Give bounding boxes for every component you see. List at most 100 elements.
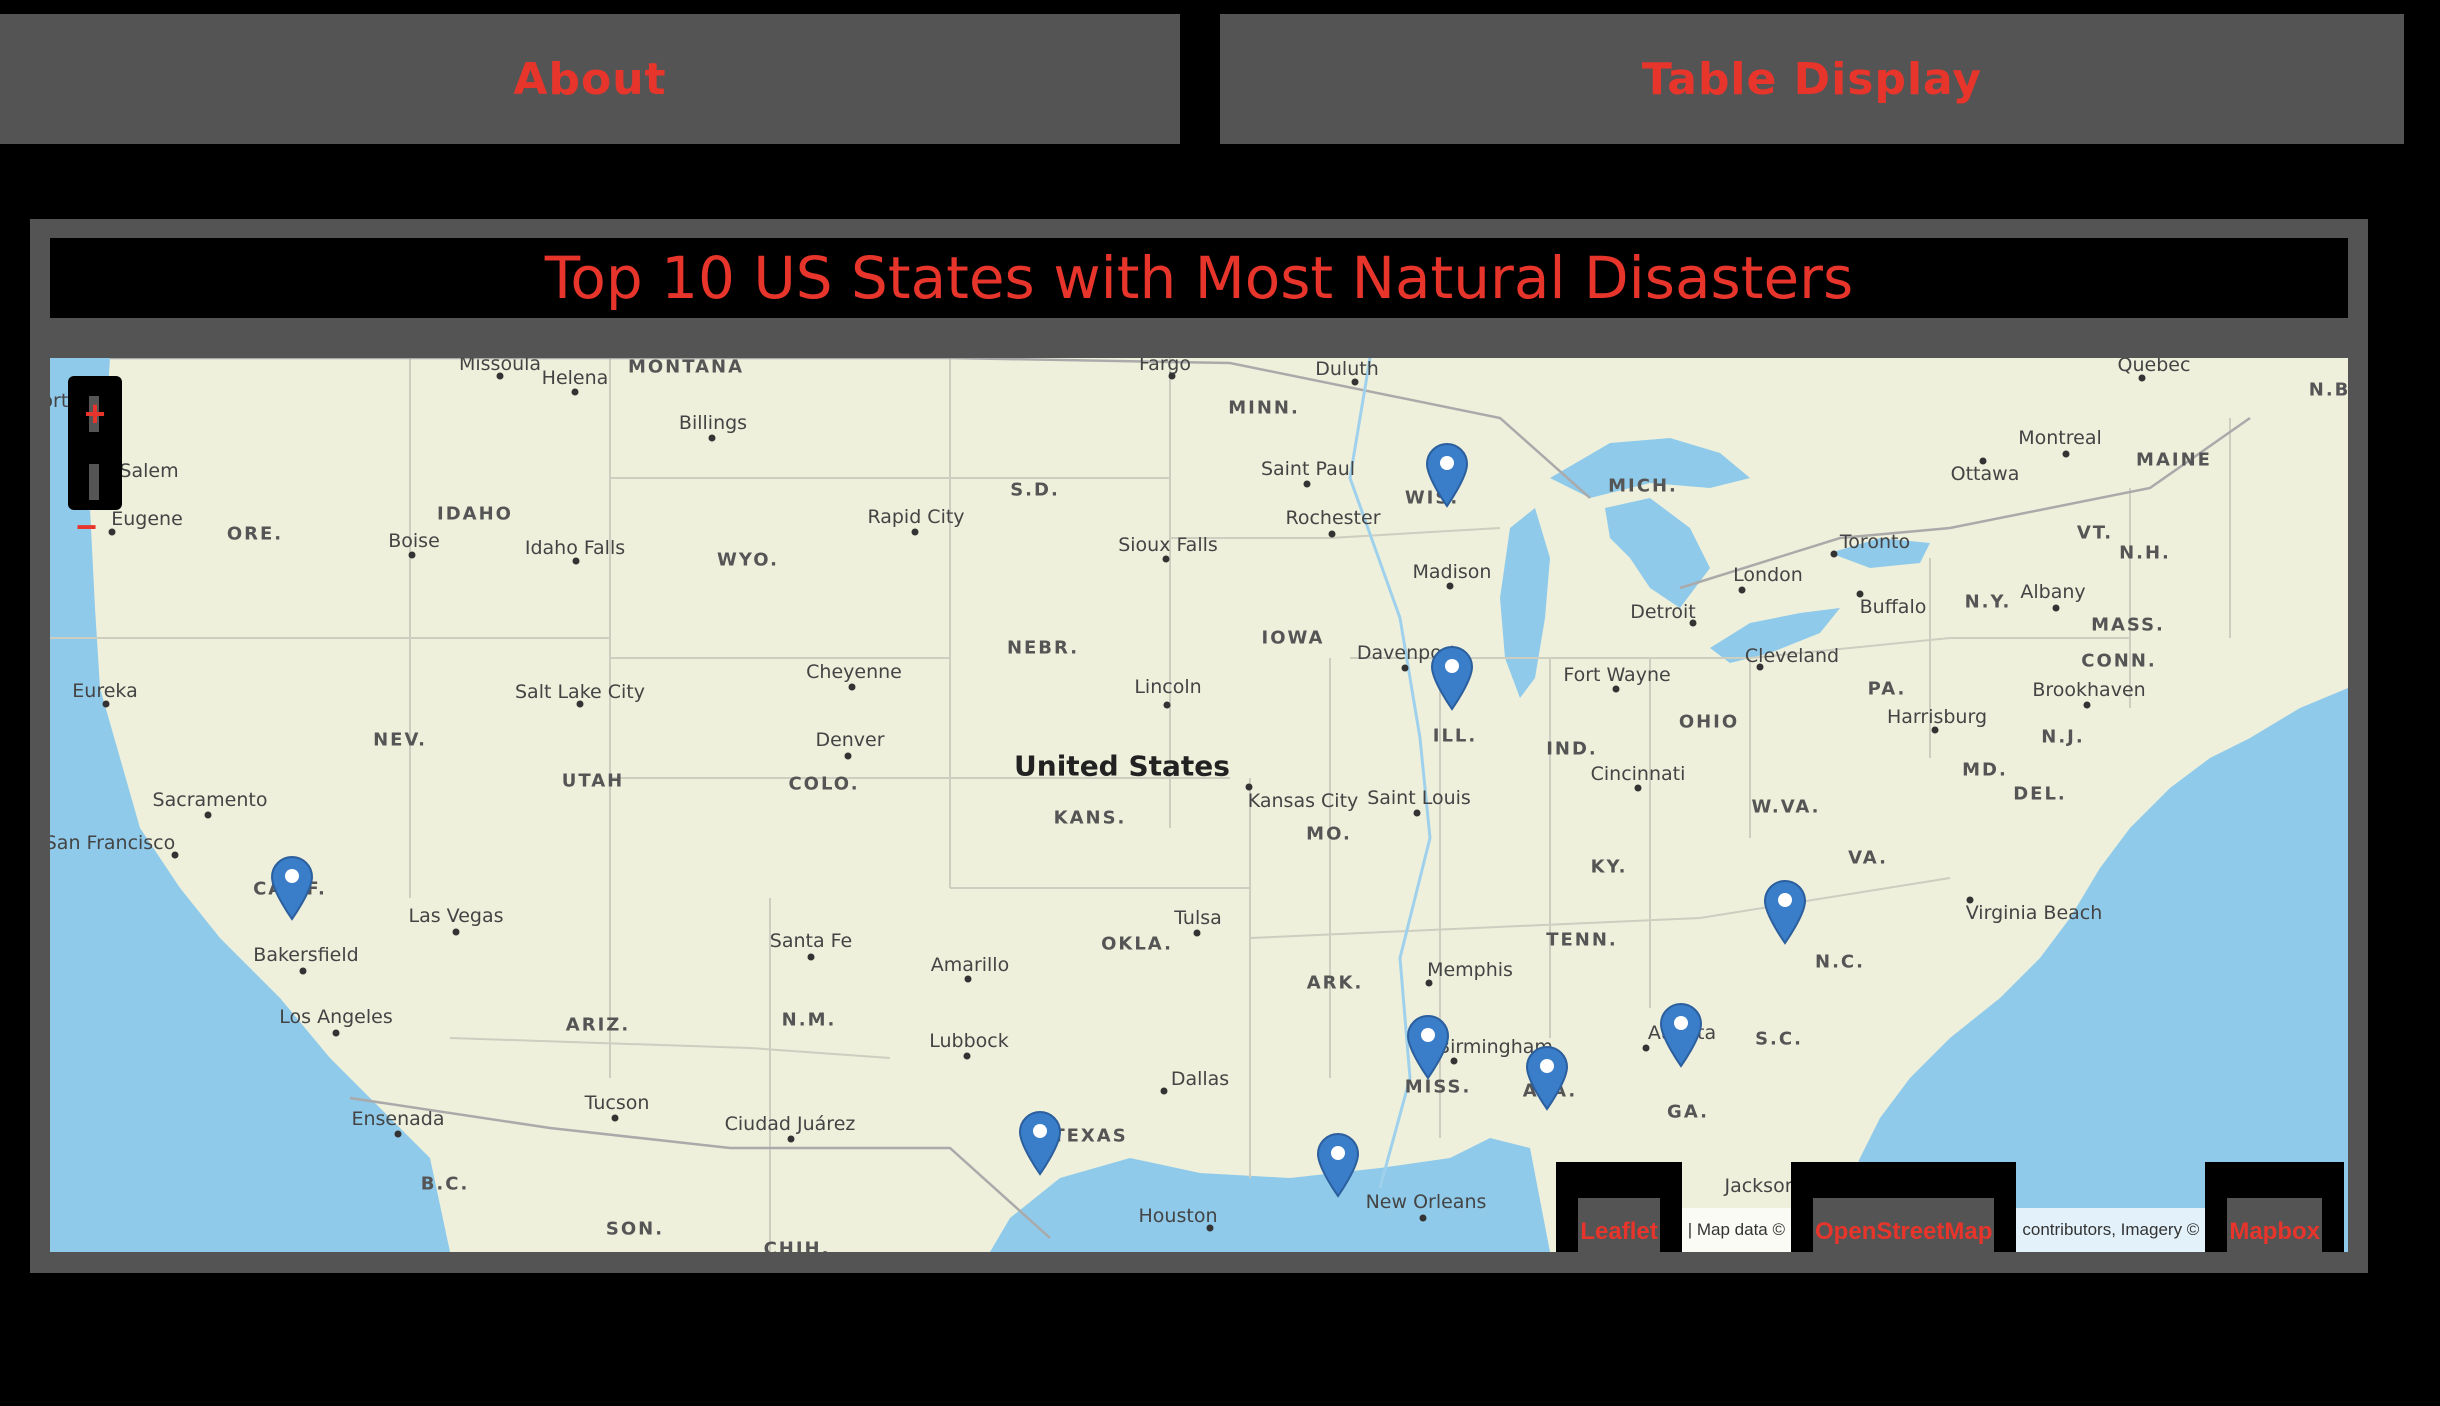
city-label: Rochester [1285,507,1381,529]
state-label: S.D. [1010,479,1060,501]
city-label: Ottawa [1950,463,2020,485]
city-label: Idaho Falls [524,537,626,559]
state-label: N.M. [781,1009,837,1031]
state-label: MINN. [1228,397,1300,419]
page-title: Top 10 US States with Most Natural Disas… [50,238,2348,318]
mapbox-link-box: Mapbox [2205,1162,2344,1252]
city-label: Fort Wayne [1563,664,1671,686]
state-label: COLO. [788,773,860,795]
city-label: Quebec [2117,358,2191,376]
state-label: W.VA. [1751,796,1821,818]
state-label: MASS. [2091,614,2165,636]
city-label: Amarillo [930,954,1010,976]
city-dot [1162,555,1170,563]
city-label: Sioux Falls [1118,534,1218,556]
mapbox-link[interactable]: Mapbox [2227,1198,2322,1252]
city-dot [1163,701,1171,709]
city-dot [394,1130,402,1138]
city-dot [848,683,856,691]
city-dot [1931,726,1939,734]
openstreetmap-link[interactable]: OpenStreetMap [1813,1198,1995,1252]
city-label: Buffalo [1859,596,1927,618]
marker-pin-mississippi[interactable] [1406,1014,1450,1080]
city-dot [1303,480,1311,488]
city-label: Bakersfield [253,944,359,966]
city-label: Albany [2020,581,2086,603]
city-label: Brookhaven [2032,679,2146,701]
city-label: Houston [1138,1205,1218,1227]
city-dot [964,975,972,983]
city-label: Kansas City [1247,790,1359,812]
city-dot [1193,929,1201,937]
city-dot [1830,550,1838,558]
marker-pin-illinois[interactable] [1430,645,1474,711]
city-label: Ciudad Juárez [724,1113,856,1135]
marker-pin-wisconsin[interactable] [1425,442,1469,508]
city-dot [299,967,307,975]
marker-pin-alabama[interactable] [1525,1045,1569,1111]
map-data-text: | Map data © [1687,1220,1786,1239]
city-dot [708,434,716,442]
zoom-in-button[interactable]: + [68,384,122,444]
state-label: OHIO [1678,711,1740,733]
state-label: ARIZ. [565,1014,631,1036]
city-dot [2052,604,2060,612]
city-dot [1446,582,1454,590]
city-label: Tucson [584,1092,650,1114]
city-dot [204,811,212,819]
state-label: KANS. [1053,807,1127,829]
state-label: N.Y. [1964,591,2012,613]
state-label: MD. [1962,759,2008,781]
marker-pin-louisiana[interactable] [1316,1132,1360,1198]
state-label: VT. [2076,522,2114,544]
state-label: N.H. [2119,542,2171,564]
city-label: Lubbock [929,1030,1009,1052]
state-label: ORE. [226,523,284,545]
state-label: IND. [1546,738,1598,760]
marker-pin-georgia[interactable] [1659,1002,1703,1068]
state-label: CONN. [2081,650,2157,672]
city-dot [2138,374,2146,382]
city-dot [844,752,852,760]
city-dot [171,851,179,859]
zoom-out-button[interactable]: − [76,506,97,548]
contributors-text: contributors, Imagery © [2022,1220,2200,1239]
state-label: MICH. [1608,475,1678,497]
leaflet-link[interactable]: Leaflet [1578,1198,1660,1252]
city-label: Harrisburg [1886,706,1988,728]
state-label: IOWA [1261,627,1325,649]
marker-pin-texas[interactable] [1018,1110,1062,1176]
city-label: London [1733,564,1803,586]
state-label: UTAH [561,770,625,792]
osm-link-box: OpenStreetMap [1791,1162,2017,1252]
marker-pin-north-carolina[interactable] [1763,879,1807,945]
state-label: MO. [1306,823,1352,845]
city-dot [1856,590,1864,598]
table-display-button[interactable]: Table Display [1220,14,2404,144]
city-dot [102,700,110,708]
zoom-in-label: + [84,393,106,434]
about-button[interactable]: About [0,14,1180,144]
zoom-control: + − [68,376,122,547]
state-label: N.B. [2308,379,2348,401]
city-dot [1419,1214,1427,1222]
map-view[interactable]: United States MONTANA MINN. IDAHO ORE. S… [50,358,2348,1252]
city-label: Cincinnati [1590,763,1686,785]
city-dot [1425,979,1433,987]
city-dot [2083,701,2091,709]
city-label: Saint Paul [1260,458,1356,480]
state-label: N.J. [2041,726,2085,748]
page-title-text: Top 10 US States with Most Natural Disas… [544,244,1854,312]
city-label: Eureka [72,680,138,702]
city-dot [408,551,416,559]
state-label: DEL. [2013,783,2067,805]
marker-pin-california[interactable] [270,855,314,921]
city-dot [1450,1057,1458,1065]
city-dot [2062,450,2070,458]
city-dot [1160,1087,1168,1095]
state-label: TEXAS [1052,1125,1128,1147]
city-dot [576,700,584,708]
city-dot [1634,784,1642,792]
city-label: Duluth [1315,358,1379,380]
city-label: San Francisco [50,832,176,854]
